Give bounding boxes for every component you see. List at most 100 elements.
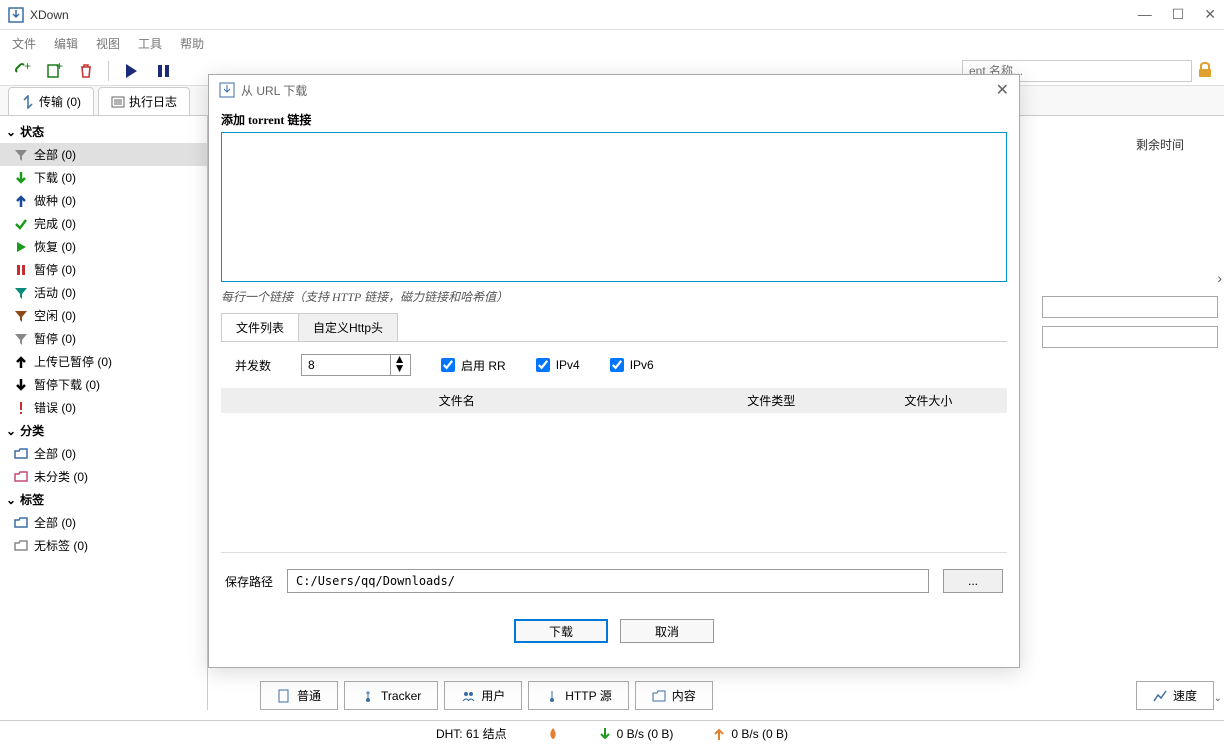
right-input-2[interactable] bbox=[1042, 326, 1218, 348]
spin-down[interactable]: ▼ bbox=[391, 364, 408, 373]
filter-teal-icon bbox=[14, 286, 28, 300]
sidebar-item[interactable]: 完成 (0) bbox=[0, 212, 207, 235]
tab-transfers[interactable]: 传输 (0) bbox=[8, 87, 94, 115]
scroll-down-icon[interactable]: ⌄ bbox=[1214, 693, 1222, 704]
transfers-icon bbox=[21, 95, 35, 109]
sidebar-item-label: 上传已暂停 (0) bbox=[34, 353, 112, 370]
sidebar-item-label: 全部 (0) bbox=[34, 514, 76, 531]
toolbar-separator bbox=[108, 61, 109, 81]
sidebar-item[interactable]: 错误 (0) bbox=[0, 396, 207, 419]
app-title: XDown bbox=[30, 8, 1138, 22]
lock-icon[interactable] bbox=[1196, 61, 1216, 81]
close-button[interactable]: ✕ bbox=[1204, 6, 1216, 23]
sidebar-group-label: 状态 bbox=[20, 123, 44, 140]
btab-tracker[interactable]: Tracker bbox=[344, 681, 438, 710]
btab-users[interactable]: 用户 bbox=[444, 681, 522, 710]
play-green-icon bbox=[14, 240, 28, 254]
sidebar-item[interactable]: 全部 (0) bbox=[0, 143, 207, 166]
sidebar-item[interactable]: 未分类 (0) bbox=[0, 465, 207, 488]
chevron-down-icon: ⌄ bbox=[6, 424, 16, 438]
menu-view[interactable]: 视图 bbox=[96, 35, 120, 52]
sidebar-item-label: 做种 (0) bbox=[34, 192, 76, 209]
browse-button[interactable]: ... bbox=[943, 569, 1003, 593]
download-button[interactable]: 下载 bbox=[514, 619, 608, 643]
ipv6-checkbox[interactable]: IPv6 bbox=[610, 358, 654, 372]
sidebar-item[interactable]: 暂停 (0) bbox=[0, 258, 207, 281]
btab-content[interactable]: 内容 bbox=[635, 681, 713, 710]
users-icon bbox=[461, 689, 475, 703]
sidebar-item[interactable]: 全部 (0) bbox=[0, 511, 207, 534]
dialog-title: 从 URL 下载 bbox=[241, 82, 996, 99]
sidebar-item[interactable]: 活动 (0) bbox=[0, 281, 207, 304]
sidebar-group-label: 分类 bbox=[20, 422, 44, 439]
play-button[interactable] bbox=[117, 59, 145, 83]
save-path-input[interactable] bbox=[287, 569, 929, 593]
folder-gray-icon bbox=[14, 539, 28, 553]
cancel-button[interactable]: 取消 bbox=[620, 619, 714, 643]
sidebar-item[interactable]: 下载 (0) bbox=[0, 166, 207, 189]
http-icon bbox=[545, 689, 559, 703]
sidebar-group-header[interactable]: ⌄状态 bbox=[0, 120, 207, 143]
log-icon bbox=[111, 95, 125, 109]
dialog-close-button[interactable]: ✕ bbox=[996, 80, 1009, 100]
add-torrent-label: 添加 torrent 链接 bbox=[221, 111, 1007, 128]
sidebar-group-label: 标签 bbox=[20, 491, 44, 508]
ipv4-checkbox[interactable]: IPv4 bbox=[536, 358, 580, 372]
sidebar-item[interactable]: 全部 (0) bbox=[0, 442, 207, 465]
chevron-down-icon: ⌄ bbox=[6, 493, 16, 507]
dlg-tab-filelist[interactable]: 文件列表 bbox=[221, 313, 299, 341]
sidebar-item[interactable]: 空闲 (0) bbox=[0, 304, 207, 327]
menu-edit[interactable]: 编辑 bbox=[54, 35, 78, 52]
concurrency-input[interactable] bbox=[302, 358, 390, 372]
col-filename[interactable]: 文件名 bbox=[221, 392, 693, 409]
right-input-1[interactable] bbox=[1042, 296, 1218, 318]
tab-transfers-label: 传输 (0) bbox=[39, 93, 81, 110]
scroll-right-icon[interactable]: › bbox=[1217, 270, 1222, 286]
sidebar-item-label: 错误 (0) bbox=[34, 399, 76, 416]
arrow-up-black-icon bbox=[14, 355, 28, 369]
exclaim-red-icon bbox=[14, 401, 28, 415]
btab-http[interactable]: HTTP 源 bbox=[528, 681, 628, 710]
sidebar-item-label: 恢复 (0) bbox=[34, 238, 76, 255]
sidebar-item[interactable]: 上传已暂停 (0) bbox=[0, 350, 207, 373]
url-textarea[interactable] bbox=[221, 132, 1007, 282]
status-up: 0 B/s (0 B) bbox=[713, 727, 788, 741]
status-down: 0 B/s (0 B) bbox=[599, 727, 674, 741]
sidebar-item-label: 暂停 (0) bbox=[34, 330, 76, 347]
minimize-button[interactable]: — bbox=[1138, 6, 1152, 23]
sidebar-item-label: 全部 (0) bbox=[34, 146, 76, 163]
col-filesize[interactable]: 文件大小 bbox=[850, 392, 1007, 409]
col-filetype[interactable]: 文件类型 bbox=[693, 392, 850, 409]
sidebar-item[interactable]: 无标签 (0) bbox=[0, 534, 207, 557]
sidebar: ⌄状态全部 (0)下载 (0)做种 (0)完成 (0)恢复 (0)暂停 (0)活… bbox=[0, 116, 208, 710]
sidebar-item[interactable]: 暂停 (0) bbox=[0, 327, 207, 350]
sidebar-item[interactable]: 做种 (0) bbox=[0, 189, 207, 212]
bottom-tabs: 普通 Tracker 用户 HTTP 源 内容 bbox=[260, 681, 713, 710]
enable-rr-checkbox[interactable]: 启用 RR bbox=[441, 357, 506, 374]
tab-log-label: 执行日志 bbox=[129, 93, 177, 110]
sidebar-item-label: 无标签 (0) bbox=[34, 537, 88, 554]
file-icon bbox=[277, 689, 291, 703]
sidebar-item[interactable]: 恢复 (0) bbox=[0, 235, 207, 258]
menu-help[interactable]: 帮助 bbox=[180, 35, 204, 52]
add-torrent-button[interactable]: + bbox=[40, 59, 68, 83]
save-path-label: 保存路径 bbox=[225, 573, 273, 590]
dlg-tab-http-headers[interactable]: 自定义Http头 bbox=[298, 313, 398, 341]
pause-button[interactable] bbox=[149, 59, 177, 83]
filter-brown-icon bbox=[14, 309, 28, 323]
sidebar-group-header[interactable]: ⌄ 标签 bbox=[0, 488, 207, 511]
btab-general[interactable]: 普通 bbox=[260, 681, 338, 710]
tab-log[interactable]: 执行日志 bbox=[98, 87, 190, 115]
concurrency-stepper[interactable]: ▲▼ bbox=[301, 354, 411, 376]
svg-text:+: + bbox=[56, 62, 63, 73]
menu-tools[interactable]: 工具 bbox=[138, 35, 162, 52]
delete-button[interactable] bbox=[72, 59, 100, 83]
sidebar-group-header[interactable]: ⌄ 分类 bbox=[0, 419, 207, 442]
maximize-button[interactable]: ☐ bbox=[1172, 6, 1185, 23]
sidebar-item[interactable]: 暂停下载 (0) bbox=[0, 373, 207, 396]
concurrency-label: 并发数 bbox=[235, 357, 271, 374]
menu-file[interactable]: 文件 bbox=[12, 35, 36, 52]
speed-button[interactable]: 速度 bbox=[1136, 681, 1214, 710]
add-link-button[interactable]: + bbox=[8, 59, 36, 83]
column-remaining-time[interactable]: 剩余时间 bbox=[1096, 116, 1224, 173]
